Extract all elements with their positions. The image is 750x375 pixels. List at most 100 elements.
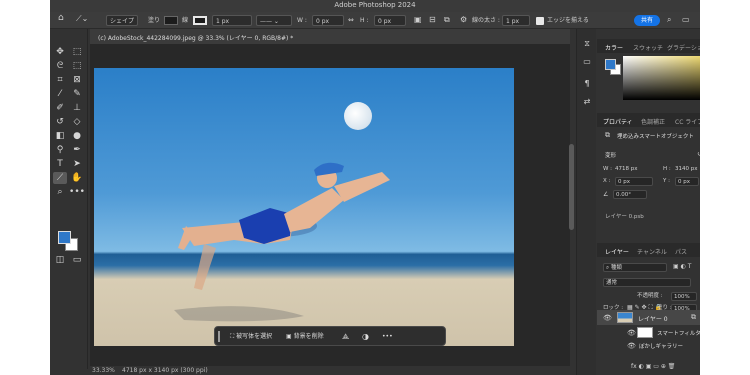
layer-actions-icons[interactable]: fx ◐ ▣ ▭ ⊕ 🗑	[631, 363, 675, 370]
filter-icons[interactable]: ▣ ◐ T	[673, 263, 691, 270]
brush-tool-icon[interactable]: ✐	[53, 102, 67, 114]
opacity-field[interactable]: 100%	[671, 292, 697, 301]
pen-tool-icon[interactable]: ✒	[70, 144, 84, 156]
blur-tool-icon[interactable]: ●	[70, 130, 84, 142]
move-tool-icon[interactable]: ✥	[53, 46, 67, 58]
prop-w-value[interactable]: 4718 px	[615, 165, 638, 174]
tab-gradients[interactable]: グラデーション	[667, 43, 700, 52]
layer-filter-select[interactable]: ⌕ 種類	[603, 263, 667, 272]
type-tool-icon[interactable]: T	[53, 158, 67, 170]
gear-icon[interactable]: ⚙	[460, 14, 467, 25]
tab-swatches[interactable]: スウォッチ	[633, 43, 663, 52]
screen-mode-icon[interactable]: ▭	[70, 254, 84, 266]
path-alignment-icon[interactable]: ⊟	[429, 14, 436, 25]
home-icon[interactable]: ⌂	[58, 13, 64, 24]
status-bar: 33.33% 4718 px x 3140 px (300 ppi)	[90, 366, 570, 375]
zoom-tool-icon[interactable]: ⌕	[53, 186, 67, 198]
eye-icon[interactable]: 👁	[603, 314, 612, 322]
vertical-scrollbar[interactable]	[569, 144, 574, 230]
lasso-tool-icon[interactable]: ᘓ	[53, 60, 67, 72]
eyedropper-tool-icon[interactable]: ⁄	[53, 88, 67, 100]
tab-adjustments[interactable]: 色調補正	[641, 117, 665, 126]
quick-mask-icon[interactable]: ◫	[53, 254, 67, 266]
contextual-task-bar: ⛶ 被写体を選択 ▣ 背景を削除 ⟁ ◑ •••	[214, 326, 446, 346]
artboard-tool-icon[interactable]: ⬚	[70, 46, 84, 58]
tab-properties[interactable]: プロパティ	[603, 117, 633, 126]
layer-name[interactable]: スマートフィルター	[657, 329, 700, 337]
history-panel-icon[interactable]: ⧖	[581, 39, 593, 51]
frame-tool-icon[interactable]: ⊠	[70, 74, 84, 86]
crop-tool-icon[interactable]: ⌗	[53, 74, 67, 86]
layer-thumbnail	[617, 312, 633, 323]
tab-layers[interactable]: レイヤー	[605, 247, 629, 256]
eye-icon[interactable]: 👁	[627, 342, 636, 350]
history-brush-tool-icon[interactable]: ↺	[53, 116, 67, 128]
tab-cc-libraries[interactable]: CC ライブラリ	[675, 117, 700, 126]
select-subject-button[interactable]: ⛶ 被写体を選択	[227, 330, 275, 343]
layer-row[interactable]: 👁 スマートフィルター	[597, 325, 700, 340]
canvas-image[interactable]	[94, 68, 514, 346]
search-icon[interactable]: ⌕	[667, 14, 671, 25]
more-options-button[interactable]: •••	[379, 330, 396, 343]
object-selection-tool-icon[interactable]: ⬚	[70, 60, 84, 72]
stroke-width-field[interactable]: 1 px	[212, 15, 252, 26]
path-selection-tool-icon[interactable]: ➤	[70, 158, 84, 170]
prop-h-value[interactable]: 3140 px	[675, 165, 698, 174]
line-tool-icon[interactable]: ⟋	[53, 172, 67, 184]
blend-mode-select[interactable]: 通常	[603, 278, 691, 287]
foreground-color-swatch[interactable]	[58, 231, 71, 244]
layer-name[interactable]: レイヤー 0	[638, 314, 668, 323]
transform-icon[interactable]: ⟁	[339, 330, 352, 343]
color-spectrum[interactable]	[623, 56, 700, 100]
paragraph-panel-icon[interactable]: ¶	[581, 79, 593, 91]
eye-icon[interactable]: 👁	[627, 329, 636, 337]
layer-name[interactable]: ぼかしギャラリー	[639, 342, 683, 350]
color-panel-foreground[interactable]	[605, 59, 616, 70]
share-button[interactable]: 共有	[634, 15, 660, 26]
prop-y-field[interactable]: 0 px	[675, 177, 699, 186]
shape-mode-select[interactable]: シェイプ	[106, 15, 139, 26]
color-panel-tabs: カラー スウォッチ グラデーション	[597, 39, 700, 53]
line-tool-preset-icon[interactable]: ⟋⌄	[76, 13, 88, 24]
adjustment-layer-icon[interactable]: ◑	[359, 330, 372, 343]
layer-row[interactable]: 👁 レイヤー 0 ⧉	[597, 310, 700, 325]
smart-filter-mask-thumbnail[interactable]	[637, 327, 653, 338]
align-edges-checkbox[interactable]	[536, 17, 544, 25]
tab-paths[interactable]: パス	[675, 247, 687, 256]
path-weight-field[interactable]: 1 px	[502, 15, 530, 26]
h-label: H :	[360, 17, 369, 24]
remove-background-button[interactable]: ▣ 背景を削除	[283, 330, 327, 343]
comments-panel-icon[interactable]: ▭	[581, 57, 593, 69]
document-size[interactable]: 4718 px x 3140 px (300 ppi)	[122, 367, 208, 374]
w-field[interactable]: 0 px	[312, 15, 344, 26]
stroke-label: 線	[182, 17, 189, 24]
document-tab-title: (c) AdobeStock_442284099.jpeg @ 33.3% (レ…	[98, 35, 294, 42]
clone-stamp-tool-icon[interactable]: ⊥	[70, 102, 84, 114]
link-icon[interactable]: ⇔	[348, 15, 354, 26]
spot-healing-tool-icon[interactable]: ✎	[70, 88, 84, 100]
more-tools-icon[interactable]: •••	[69, 186, 85, 198]
smart-object-badge-icon: ⧉	[691, 313, 696, 321]
task-bar-drag-handle[interactable]	[218, 331, 220, 342]
path-arrangement-icon[interactable]: ⧉	[444, 14, 450, 25]
gradient-tool-icon[interactable]: ◧	[53, 130, 67, 142]
hand-tool-icon[interactable]: ✋	[70, 172, 84, 184]
tab-channels[interactable]: チャンネル	[637, 247, 667, 256]
stroke-type-select[interactable]: —— ⌄	[256, 15, 292, 26]
adjustments-panel-icon[interactable]: ⇄	[581, 97, 593, 109]
zoom-level[interactable]: 33.33%	[92, 367, 115, 374]
tab-color[interactable]: カラー	[605, 43, 623, 52]
path-operations-icon[interactable]: ▣	[414, 14, 422, 25]
stroke-swatch[interactable]	[193, 16, 207, 25]
workspace-icon[interactable]: ▭	[682, 14, 690, 25]
fill-swatch[interactable]	[164, 16, 178, 25]
reset-transform-icon[interactable]: ↺	[697, 150, 700, 158]
prop-x-field[interactable]: 0 px	[615, 177, 653, 186]
fill-label: 塗り	[148, 17, 161, 24]
eraser-tool-icon[interactable]: ◇	[70, 116, 84, 128]
dodge-tool-icon[interactable]: ⚲	[53, 144, 67, 156]
layer-row[interactable]: 👁 ぼかしギャラリー	[597, 339, 700, 354]
prop-angle-field[interactable]: 0.00°	[613, 190, 647, 199]
h-field[interactable]: 0 px	[374, 15, 406, 26]
document-tab[interactable]: (c) AdobeStock_442284099.jpeg @ 33.3% (レ…	[90, 29, 570, 44]
